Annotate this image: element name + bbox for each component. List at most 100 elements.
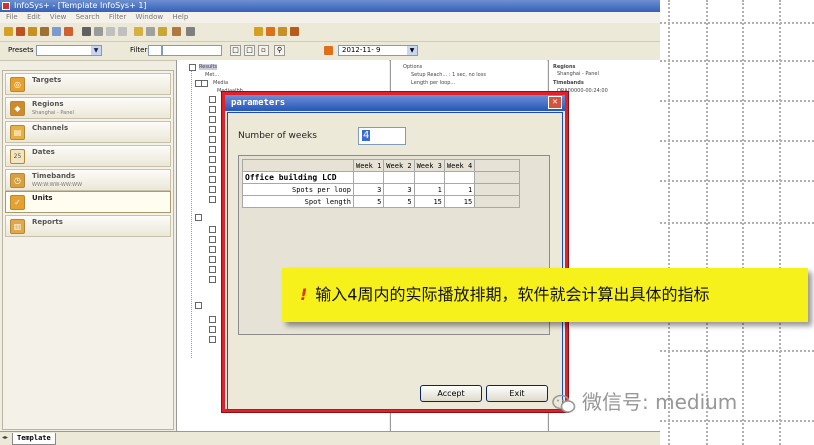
options-setup-reach[interactable]: Setup Reach... : 1 sec, no loss bbox=[411, 72, 486, 78]
sidebar-item-units[interactable]: ✓ Units bbox=[5, 191, 171, 213]
sidebar-item-channels[interactable]: ▤ Channels bbox=[5, 121, 171, 143]
tree-checkbox[interactable] bbox=[209, 246, 216, 253]
dialog-titlebar[interactable]: parameters ✕ bbox=[225, 95, 565, 111]
grid-cell[interactable]: 1 bbox=[443, 183, 476, 196]
folder-icon[interactable] bbox=[134, 27, 143, 36]
tree-checkbox[interactable] bbox=[209, 236, 216, 243]
save-icon[interactable] bbox=[28, 27, 37, 36]
settings-icon[interactable] bbox=[186, 27, 195, 36]
tree-checkbox[interactable] bbox=[209, 156, 216, 163]
tree-checkbox[interactable] bbox=[209, 106, 216, 113]
tab-template[interactable]: Template bbox=[12, 433, 56, 445]
tree-checkbox[interactable] bbox=[209, 116, 216, 123]
tree-checkbox[interactable] bbox=[209, 266, 216, 273]
grid-filler bbox=[474, 183, 521, 196]
tree-item-media[interactable]: Media bbox=[213, 80, 228, 86]
grid-cell[interactable]: 3 bbox=[352, 183, 385, 196]
tree-checkbox[interactable] bbox=[209, 256, 216, 263]
tree-expander[interactable] bbox=[195, 214, 202, 221]
chart-icon[interactable] bbox=[172, 27, 181, 36]
menu-help[interactable]: Help bbox=[172, 13, 188, 21]
sidebar-item-regions[interactable]: ◆ Regions Shanghai - Panel bbox=[5, 97, 171, 119]
tree-checkbox[interactable] bbox=[209, 126, 216, 133]
tab-scroll-icon[interactable]: ◂▸ bbox=[2, 434, 8, 441]
exit-button[interactable]: Exit bbox=[486, 385, 548, 402]
accept-button[interactable]: Accept bbox=[420, 385, 482, 402]
tree-expander[interactable] bbox=[195, 302, 202, 309]
grid-cell[interactable] bbox=[443, 171, 476, 184]
watermark: 微信号: medium bbox=[552, 389, 737, 415]
grid-cell[interactable]: 15 bbox=[443, 195, 476, 208]
cut-icon[interactable] bbox=[82, 27, 91, 36]
tree-checkbox[interactable] bbox=[209, 326, 216, 333]
pin-icon[interactable]: ⚲ bbox=[274, 45, 285, 56]
tree-checkbox[interactable] bbox=[209, 186, 216, 193]
tree-checkbox[interactable] bbox=[209, 146, 216, 153]
print-icon[interactable] bbox=[40, 27, 49, 36]
export-icon[interactable] bbox=[64, 27, 73, 36]
report-icon[interactable] bbox=[158, 27, 167, 36]
tree-checkbox[interactable] bbox=[209, 166, 216, 173]
grid-cell[interactable] bbox=[352, 171, 385, 184]
grid-cell[interactable]: 5 bbox=[383, 195, 415, 208]
undo-icon[interactable] bbox=[106, 27, 115, 36]
disk-icon[interactable] bbox=[146, 27, 155, 36]
export-excel-icon[interactable] bbox=[290, 27, 299, 36]
options-length-per-loop[interactable]: Length per loop... bbox=[411, 80, 455, 86]
tree-expander[interactable] bbox=[189, 64, 196, 71]
sidebar-item-dates[interactable]: 25 Dates bbox=[5, 145, 171, 167]
tree-connector bbox=[191, 68, 192, 358]
calendar-icon[interactable] bbox=[324, 46, 333, 55]
filter-toggle[interactable] bbox=[148, 45, 162, 56]
sidebar-item-reports[interactable]: ▥ Reports bbox=[5, 215, 171, 237]
grid-cell[interactable] bbox=[383, 171, 415, 184]
copy-icon[interactable] bbox=[52, 27, 61, 36]
grid-cell[interactable]: 5 bbox=[352, 195, 385, 208]
tree-checkbox[interactable] bbox=[209, 136, 216, 143]
sidebar-item-label: Channels bbox=[32, 124, 69, 132]
close-icon[interactable]: ✕ bbox=[548, 96, 562, 109]
open-icon[interactable] bbox=[16, 27, 25, 36]
watermark-text: 微信号: medium bbox=[582, 390, 738, 414]
tree-checkbox[interactable] bbox=[209, 196, 216, 203]
menu-file[interactable]: File bbox=[6, 13, 18, 21]
weeks-input[interactable]: 4 bbox=[358, 127, 406, 145]
filter-clear-button[interactable]: □ bbox=[244, 45, 255, 56]
play-icon[interactable] bbox=[4, 27, 13, 36]
filter-toolbar: Presets ▼ Filter □ □ ▫ ⚲ 2012-11- 9 ▼ bbox=[0, 42, 660, 61]
menu-window[interactable]: Window bbox=[135, 13, 163, 21]
options-header[interactable]: Options bbox=[403, 64, 422, 70]
sidebar-item-timebands[interactable]: ◷ Timebands WW:W:WW-WW:WW bbox=[5, 169, 171, 191]
grid-cell[interactable]: 3 bbox=[383, 183, 415, 196]
grid-cell[interactable]: 15 bbox=[413, 195, 445, 208]
tree-checkbox[interactable] bbox=[209, 226, 216, 233]
tree-checkbox[interactable] bbox=[209, 316, 216, 323]
grid-cell[interactable] bbox=[413, 171, 445, 184]
window-titlebar[interactable]: InfoSys+ - [Template InfoSys+ 1] bbox=[0, 0, 660, 12]
tree-item-met[interactable]: Met... bbox=[205, 72, 219, 78]
tree-checkbox[interactable] bbox=[209, 176, 216, 183]
date-picker[interactable]: 2012-11- 9 ▼ bbox=[338, 45, 418, 56]
grid-cell[interactable]: 1 bbox=[413, 183, 445, 196]
redo-icon[interactable] bbox=[118, 27, 127, 36]
menu-search[interactable]: Search bbox=[76, 13, 100, 21]
filter-options-button[interactable]: ▫ bbox=[258, 45, 269, 56]
tree-checkbox[interactable] bbox=[201, 80, 208, 87]
filter-apply-button[interactable]: □ bbox=[230, 45, 241, 56]
tree-checkbox[interactable] bbox=[209, 336, 216, 343]
tree-checkbox[interactable] bbox=[209, 96, 216, 103]
menu-edit[interactable]: Edit bbox=[27, 13, 41, 21]
tree-checkbox[interactable] bbox=[209, 276, 216, 283]
calculate-icon[interactable] bbox=[254, 27, 263, 36]
presets-combo[interactable]: ▼ bbox=[36, 45, 102, 56]
sidebar-item-targets[interactable]: ◎ Targets bbox=[5, 73, 171, 95]
guide-line bbox=[660, 180, 814, 182]
graph-icon[interactable] bbox=[278, 27, 287, 36]
table-icon[interactable] bbox=[266, 27, 275, 36]
tree-item-results[interactable]: Results bbox=[199, 64, 218, 70]
grid-column-header: Week 3 bbox=[413, 159, 445, 172]
menu-view[interactable]: View bbox=[50, 13, 67, 21]
menu-filter[interactable]: Filter bbox=[109, 13, 126, 21]
paste-icon[interactable] bbox=[94, 27, 103, 36]
filter-input[interactable] bbox=[162, 45, 222, 56]
